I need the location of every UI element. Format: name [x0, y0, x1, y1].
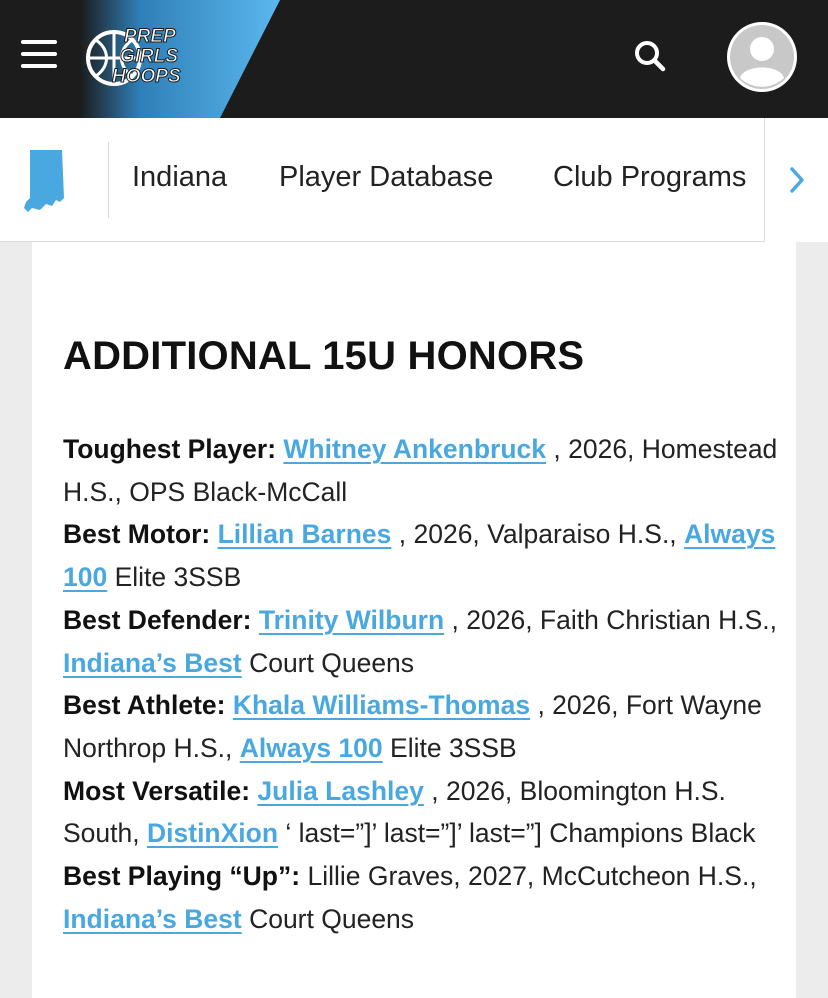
club-link-indianas-best[interactable]: Indiana’s Best: [63, 648, 242, 678]
article-card: ADDITIONAL 15U HONORS Toughest Player: W…: [32, 242, 796, 998]
chevron-right-icon: [790, 167, 804, 193]
logo-text-hoops: HOOPS: [112, 66, 181, 87]
honor-details: , 2026, Faith Christian H.S.,: [451, 604, 778, 635]
honor-best-athlete: Best Athlete: Khala Williams-Thomas , 20…: [63, 690, 762, 763]
article-heading: ADDITIONAL 15U HONORS: [63, 334, 585, 378]
player-link-khala-williams-thomas[interactable]: Khala Williams-Thomas: [233, 690, 530, 720]
top-header: PREP GIRLS HOOPS: [0, 0, 828, 118]
subnav-scroll-right-button[interactable]: [764, 118, 828, 242]
subnav-item-player-database[interactable]: Player Database: [279, 161, 493, 194]
club-name-rest: Elite 3SSB: [390, 732, 517, 763]
honor-toughest-player: Toughest Player: Whitney Ankenbruck , 20…: [63, 434, 777, 507]
club-name-rest: Court Queens: [249, 903, 415, 934]
indiana-state-icon[interactable]: [22, 148, 66, 212]
user-avatar-icon[interactable]: [727, 22, 797, 92]
honor-best-defender: Best Defender: Trinity Wilburn , 2026, F…: [63, 605, 777, 678]
search-icon[interactable]: [630, 36, 670, 76]
logo-text-girls: GIRLS: [120, 46, 178, 67]
honor-details: , 2026, Valparaiso H.S.,: [398, 519, 677, 550]
player-link-whitney-ankenbruck[interactable]: Whitney Ankenbruck: [283, 434, 546, 464]
club-name-rest: Elite 3SSB: [114, 562, 242, 593]
logo-text-prep: PREP: [124, 26, 176, 47]
club-link-distinxion[interactable]: DistinXion: [147, 818, 278, 848]
award-label: Best Motor:: [63, 519, 211, 550]
award-label: Toughest Player:: [63, 434, 277, 464]
honors-list: Toughest Player: Whitney Ankenbruck , 20…: [63, 428, 783, 940]
subnav-divider: [108, 142, 109, 218]
award-label: Best Playing “Up”:: [63, 861, 301, 892]
prep-girls-hoops-logo[interactable]: PREP GIRLS HOOPS: [84, 20, 204, 92]
club-name-rest: Court Queens: [249, 647, 415, 678]
club-link-indianas-best[interactable]: Indiana’s Best: [63, 904, 242, 934]
club-name-rest: ‘ last=”]’ last=”]’ last=”] Champions Bl…: [285, 818, 756, 849]
club-link-always-100[interactable]: Always 100: [240, 733, 383, 763]
subnav-item-club-programs[interactable]: Club Programs: [553, 161, 746, 194]
honor-best-playing-up: Best Playing “Up”: Lillie Graves, 2027, …: [63, 861, 757, 934]
player-link-trinity-wilburn[interactable]: Trinity Wilburn: [259, 605, 444, 635]
player-link-lillian-barnes[interactable]: Lillian Barnes: [218, 519, 392, 549]
award-label: Most Versatile:: [63, 775, 251, 806]
hamburger-menu-icon[interactable]: [21, 40, 57, 72]
award-label: Best Defender:: [63, 604, 252, 635]
award-label: Best Athlete:: [63, 690, 226, 721]
honor-best-motor: Best Motor: Lillian Barnes , 2026, Valpa…: [63, 519, 775, 592]
honor-most-versatile: Most Versatile: Julia Lashley , 2026, Bl…: [63, 776, 755, 849]
player-name-lillie-graves: Lillie Graves, 2027, McCutcheon H.S.,: [307, 861, 757, 892]
player-link-julia-lashley[interactable]: Julia Lashley: [257, 776, 423, 806]
subnav-item-indiana[interactable]: Indiana: [132, 161, 227, 194]
